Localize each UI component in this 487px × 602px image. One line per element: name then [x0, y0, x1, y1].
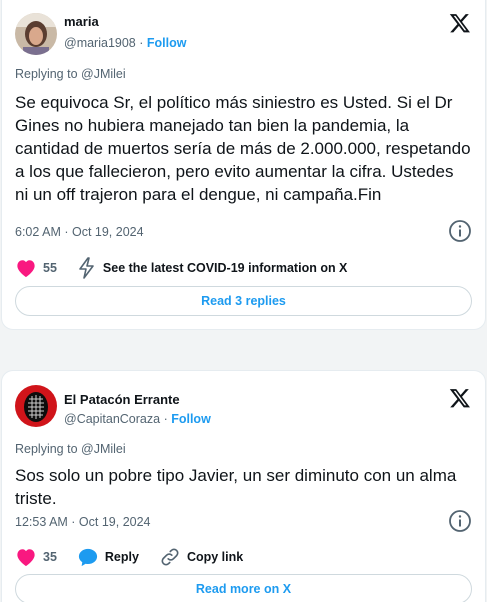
info-icon[interactable]	[448, 509, 472, 533]
copy-link-label: Copy link	[186, 550, 244, 564]
x-logo-icon[interactable]	[449, 12, 471, 34]
follow-button[interactable]: Follow	[171, 412, 211, 426]
timestamp[interactable]: 12:53 AM · Oct 19, 2024	[15, 515, 151, 529]
replying-to[interactable]: Replying to @JMilei	[15, 67, 126, 81]
reply-bubble-icon	[78, 548, 97, 567]
like-count: 55	[43, 261, 57, 275]
covid-info-label: See the latest COVID-19 information on X	[102, 261, 348, 275]
follow-button[interactable]: Follow	[147, 36, 187, 50]
replying-to[interactable]: Replying to @JMilei	[15, 442, 126, 456]
timestamp[interactable]: 6:02 AM · Oct 19, 2024	[15, 225, 144, 239]
link-icon	[161, 548, 179, 566]
heart-icon	[17, 260, 35, 278]
author-name[interactable]: El Patacón Errante	[64, 392, 180, 407]
author-handle[interactable]: @CapitanCoraza	[64, 412, 160, 426]
copy-link-button[interactable]: Copy link	[159, 546, 243, 568]
like-button[interactable]: 55	[15, 258, 57, 278]
author-handle[interactable]: @maria1908	[64, 36, 136, 50]
x-logo-icon[interactable]	[449, 387, 471, 409]
tweet-text: Sos solo un pobre tipo Javier, un ser di…	[15, 466, 457, 508]
read-more-button[interactable]: Read more on X	[15, 574, 472, 602]
reply-button[interactable]: Reply	[77, 547, 139, 567]
tweet-card: El Patacón Errante @CapitanCoraza · Foll…	[1, 370, 486, 602]
author-name[interactable]: maria	[64, 14, 99, 29]
heart-icon	[17, 549, 35, 567]
separator-dot: ·	[163, 412, 168, 426]
covid-info-link[interactable]: See the latest COVID-19 information on X	[77, 257, 348, 279]
separator-dot: ·	[139, 36, 144, 50]
avatar[interactable]	[15, 385, 57, 427]
reply-label: Reply	[104, 550, 139, 564]
covid-bolt-icon	[79, 257, 94, 279]
tweet-text: Se equivoca Sr, el político más siniestr…	[15, 93, 471, 204]
info-icon[interactable]	[448, 219, 472, 243]
avatar[interactable]	[15, 13, 57, 55]
tweet-card: maria @maria1908 · Follow Replying to @J…	[1, 0, 486, 330]
read-replies-button[interactable]: Read 3 replies	[15, 286, 472, 316]
like-count: 35	[43, 550, 57, 564]
like-button[interactable]: 35	[15, 547, 57, 567]
